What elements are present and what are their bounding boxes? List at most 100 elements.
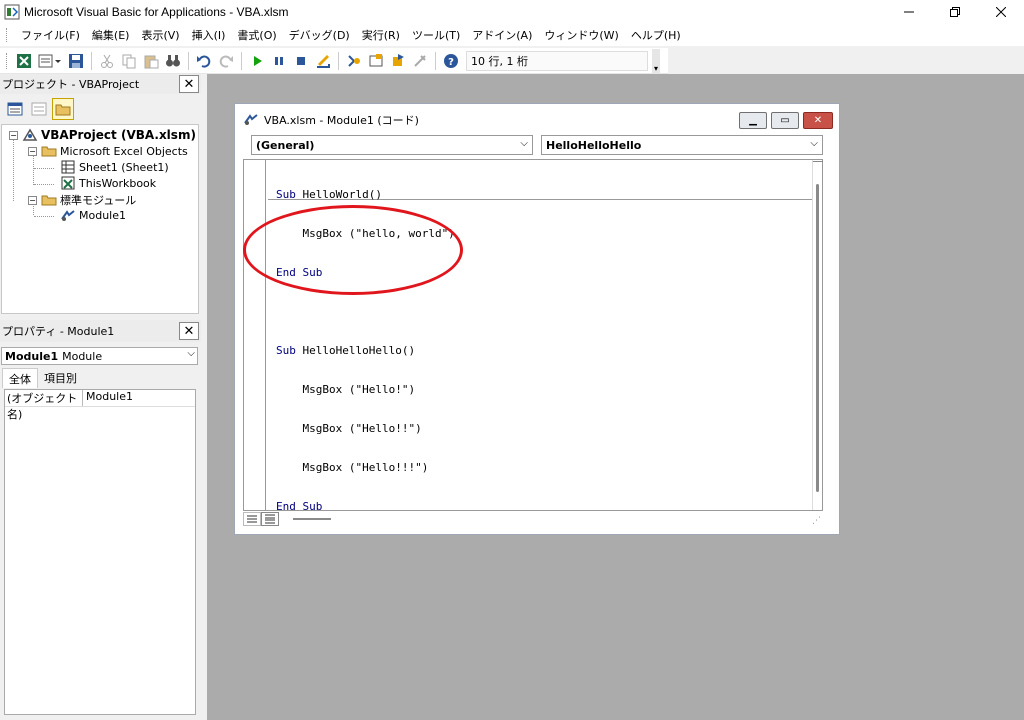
toolbar-separator (435, 51, 436, 70)
title-bar: Microsoft Visual Basic for Applications … (0, 0, 1024, 24)
paste-button[interactable] (141, 51, 161, 71)
code-minimize-button[interactable]: ▁ (739, 112, 767, 129)
resize-grip-icon[interactable]: ⋰ (812, 516, 821, 526)
scroll-split-bar[interactable] (813, 161, 823, 162)
collapse-toggle[interactable]: − (9, 130, 18, 140)
tree-item-sheet1[interactable]: Sheet1 (Sheet1) (60, 160, 169, 174)
menu-window[interactable]: ウィンドウ(W) (538, 27, 624, 43)
menu-addins[interactable]: アドイン(A) (466, 27, 538, 43)
properties-pane-header: プロパティ - Module1 ✕ (0, 320, 201, 342)
tree-item-modules-folder[interactable]: − 標準モジュール (28, 192, 136, 208)
save-button[interactable] (66, 51, 86, 71)
toolbox-button[interactable] (410, 51, 430, 71)
tab-categorized[interactable]: 項目別 (38, 368, 83, 388)
menu-file[interactable]: ファイル(F) (15, 27, 86, 43)
full-module-view-button[interactable] (261, 512, 279, 526)
menu-insert[interactable]: 挿入(I) (186, 27, 232, 43)
insert-object-button[interactable] (36, 51, 64, 71)
properties-window-button[interactable] (366, 51, 386, 71)
binoculars-icon (166, 54, 180, 66)
break-button[interactable] (269, 51, 289, 71)
project-pane-header: プロジェクト - VBAProject ✕ (0, 74, 201, 94)
properties-pane-title: プロパティ - Module1 (2, 325, 115, 338)
maximize-icon: ▭ (780, 115, 790, 126)
find-button[interactable] (163, 51, 183, 71)
close-icon: ✕ (183, 76, 195, 92)
menu-edit[interactable]: 編集(E) (86, 27, 136, 43)
toolbar-options-button[interactable]: ▾ (652, 48, 660, 73)
module-icon (60, 208, 76, 222)
code-line: MsgBox ("Hello!!") (276, 422, 422, 435)
toolbar-grip[interactable] (6, 52, 9, 69)
object-selector-combo[interactable]: Module1 Module ⌵ (1, 347, 198, 365)
menu-view[interactable]: 表示(V) (135, 27, 185, 43)
redo-button[interactable] (216, 51, 236, 71)
procedure-view-icon (247, 515, 257, 523)
insert-module-icon (38, 54, 61, 67)
procedure-view-button[interactable] (243, 512, 261, 526)
property-row[interactable]: (オブジェクト名) Module1 (5, 390, 195, 421)
minimize-icon (904, 11, 914, 13)
code-line: Sub HelloWorld() (276, 188, 382, 201)
code-maximize-button[interactable]: ▭ (771, 112, 799, 129)
procedure-combo[interactable]: HelloHelloHello ⌵ (541, 135, 823, 155)
toggle-folders-button[interactable] (52, 98, 74, 120)
copy-button[interactable] (119, 51, 139, 71)
view-object-icon (31, 102, 47, 116)
tree-item-thisworkbook[interactable]: ThisWorkbook (60, 176, 156, 190)
collapse-toggle[interactable]: − (28, 195, 37, 205)
minimize-icon: ▁ (749, 115, 757, 126)
tree-connector (33, 155, 34, 185)
view-object-button[interactable] (28, 98, 50, 120)
tab-alphabetic[interactable]: 全体 (2, 368, 38, 388)
folder-open-icon (41, 193, 57, 207)
modules-folder-label: 標準モジュール (60, 194, 137, 207)
menu-format[interactable]: 書式(O) (231, 27, 282, 43)
paste-icon (144, 55, 159, 68)
menu-run[interactable]: 実行(R) (356, 27, 406, 43)
tree-connector (34, 216, 54, 217)
view-code-button[interactable] (4, 98, 26, 120)
reset-button[interactable] (291, 51, 311, 71)
collapse-toggle[interactable]: − (28, 146, 37, 156)
close-icon (996, 7, 1006, 17)
toolbar-separator (241, 51, 242, 70)
horizontal-scroll-thumb[interactable] (293, 518, 331, 520)
tree-item-vbaproject[interactable]: − VBAProject (VBA.xlsm) (9, 128, 196, 142)
scroll-thumb[interactable] (816, 184, 819, 492)
close-window-button[interactable] (978, 0, 1024, 24)
undo-button[interactable] (194, 51, 214, 71)
project-explorer-button[interactable] (344, 51, 364, 71)
help-icon: ? (444, 53, 458, 68)
maximize-button[interactable] (932, 0, 978, 24)
design-mode-button[interactable] (313, 51, 333, 71)
cut-button[interactable] (97, 51, 117, 71)
chevron-down-icon: ⌵ (520, 138, 528, 149)
toolbox-icon (414, 54, 426, 67)
minimize-button[interactable] (886, 0, 932, 24)
close-project-pane-button[interactable]: ✕ (179, 75, 199, 93)
view-excel-button[interactable] (14, 51, 34, 71)
code-window-titlebar[interactable]: VBA.xlsm - Module1 (コード) ▁ ▭ ✕ (235, 104, 839, 136)
tree-item-module1[interactable]: Module1 (60, 208, 126, 222)
project-explorer-icon (348, 54, 360, 67)
run-button[interactable] (247, 51, 267, 71)
property-value[interactable]: Module1 (83, 390, 133, 406)
object-combo[interactable]: (General) ⌵ (251, 135, 533, 155)
close-properties-pane-button[interactable]: ✕ (179, 322, 199, 340)
tree-item-excel-objects[interactable]: − Microsoft Excel Objects (28, 144, 188, 158)
module-icon (243, 112, 259, 129)
menu-grip[interactable] (6, 28, 9, 42)
margin-indicator-bar[interactable] (244, 160, 266, 510)
help-button[interactable]: ? (441, 51, 461, 71)
pause-icon (275, 56, 283, 65)
menu-debug[interactable]: デバッグ(D) (283, 27, 356, 43)
menu-tools[interactable]: ツール(T) (406, 27, 466, 43)
vertical-scrollbar[interactable] (812, 160, 823, 510)
code-window-title: VBA.xlsm - Module1 (コード) (264, 114, 419, 127)
code-close-button[interactable]: ✕ (803, 112, 833, 129)
object-browser-button[interactable] (388, 51, 408, 71)
menu-help[interactable]: ヘルプ(H) (625, 27, 687, 43)
properties-icon (369, 53, 383, 66)
